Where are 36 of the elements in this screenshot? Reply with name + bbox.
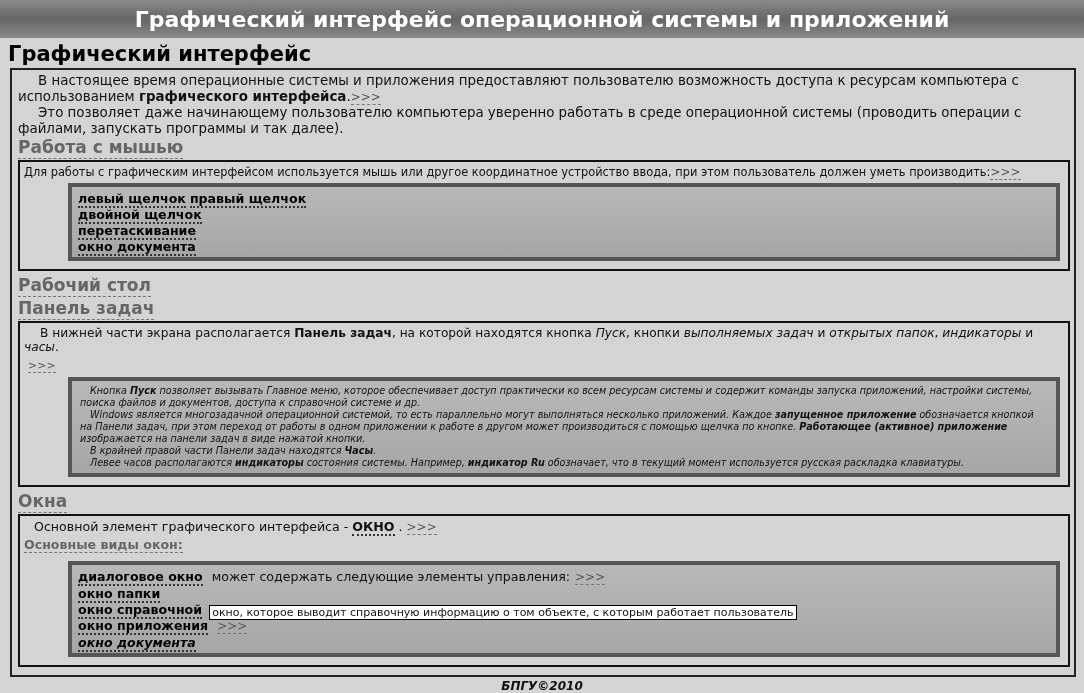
section-text: Для работы с графическим интерфейсом используется мышь или другое координатное устройство ввода, при этом пользователь должен уметь производить:>>> [24, 165, 1022, 179]
note-paragraph: Кнопка Пуск позволяет вызывать Главное меню, которое обеспечивает доступ практически ко всем ресурсам системы и содержит команды запуска приложений, настройки системы, поиска файлов и документов, доступа к справочной системе и др. [80, 385, 1034, 409]
section-heading[interactable]: Панель задач [18, 298, 155, 320]
punctuation: . [397, 519, 404, 534]
more-link[interactable]: >>> [406, 520, 437, 535]
section-heading[interactable]: Окна [18, 491, 68, 513]
more-link[interactable]: >>> [28, 359, 56, 373]
more-link[interactable]: >>> [575, 570, 606, 585]
note-paragraph: В крайней правой части Панели задач находятся Часы. [89, 445, 378, 457]
intro-paragraph: В настоящее время операционные системы и приложения предоставляют пользователю возможность доступа к ресурсам компьютера с использованием графического интерфейса.>>> [18, 73, 1020, 105]
more-link[interactable]: >>> [990, 165, 1021, 180]
term-link[interactable]: окно приложения [78, 618, 209, 635]
intro-paragraph: Это позволяет даже начинающему пользователю компьютера уверенно работать в среде операционной системы (проводить операции с файлами, запускать программы и так далее). [18, 105, 1023, 137]
term-link[interactable]: двойной щелчок [78, 207, 202, 224]
term-link[interactable]: перетаскивание [78, 223, 196, 240]
term-link[interactable]: правый щелчок [189, 191, 307, 208]
term-link[interactable]: окно папки [78, 586, 161, 603]
section-heading[interactable]: Рабочий стол [18, 275, 151, 297]
footer-text: БПГУ©2010 [500, 679, 584, 693]
section-text: В нижней части экрана располагается Панель задач, на которой находятся кнопка Пуск, кнопки выполняемых задач и открытых папок, индикаторы и часы. [24, 326, 1035, 354]
term-link[interactable]: диалоговое окно [78, 569, 203, 586]
note-paragraph: Левее часов располагаются индикаторы состояния системы. Например, индикатор Ru обозначает, что в текущий момент используется русская раскладка клавиатуры. [89, 457, 965, 469]
keyword-link[interactable]: ОКНО [352, 519, 395, 536]
term-link[interactable]: левый щелчок [78, 191, 186, 208]
page-title: Графический интерфейс [8, 42, 313, 66]
site-title: Графический интерфейс операционной системы и приложений [134, 6, 950, 32]
subheading[interactable]: Основные виды окон: [24, 537, 183, 553]
section-text: Основной элемент графического интерфейса - [34, 519, 350, 534]
term-link[interactable]: окно справочной [78, 602, 203, 619]
more-link[interactable]: >>> [350, 90, 381, 105]
section-heading[interactable]: Работа с мышью [18, 137, 184, 159]
tooltip: окно, которое выводит справочную информацию о том объекте, с которым работает пользователь [209, 605, 797, 620]
note-paragraph: Windows является многозадачной операционной системой, то есть параллельно могут выполняться несколько приложений. Каждое запущенное приложение обозначается кнопкой на Панели задач, при этом переход от работы в одном приложении к работе в другом может производиться с помощью щелчка по кнопке. Работающее (активное) приложение изображается на панели задач в виде нажатой кнопки. [80, 409, 1035, 445]
term-link[interactable]: окно документа [78, 635, 196, 652]
item-text: может содержать следующие элементы управления: [211, 569, 570, 584]
term-link[interactable]: окно документа [78, 239, 196, 256]
